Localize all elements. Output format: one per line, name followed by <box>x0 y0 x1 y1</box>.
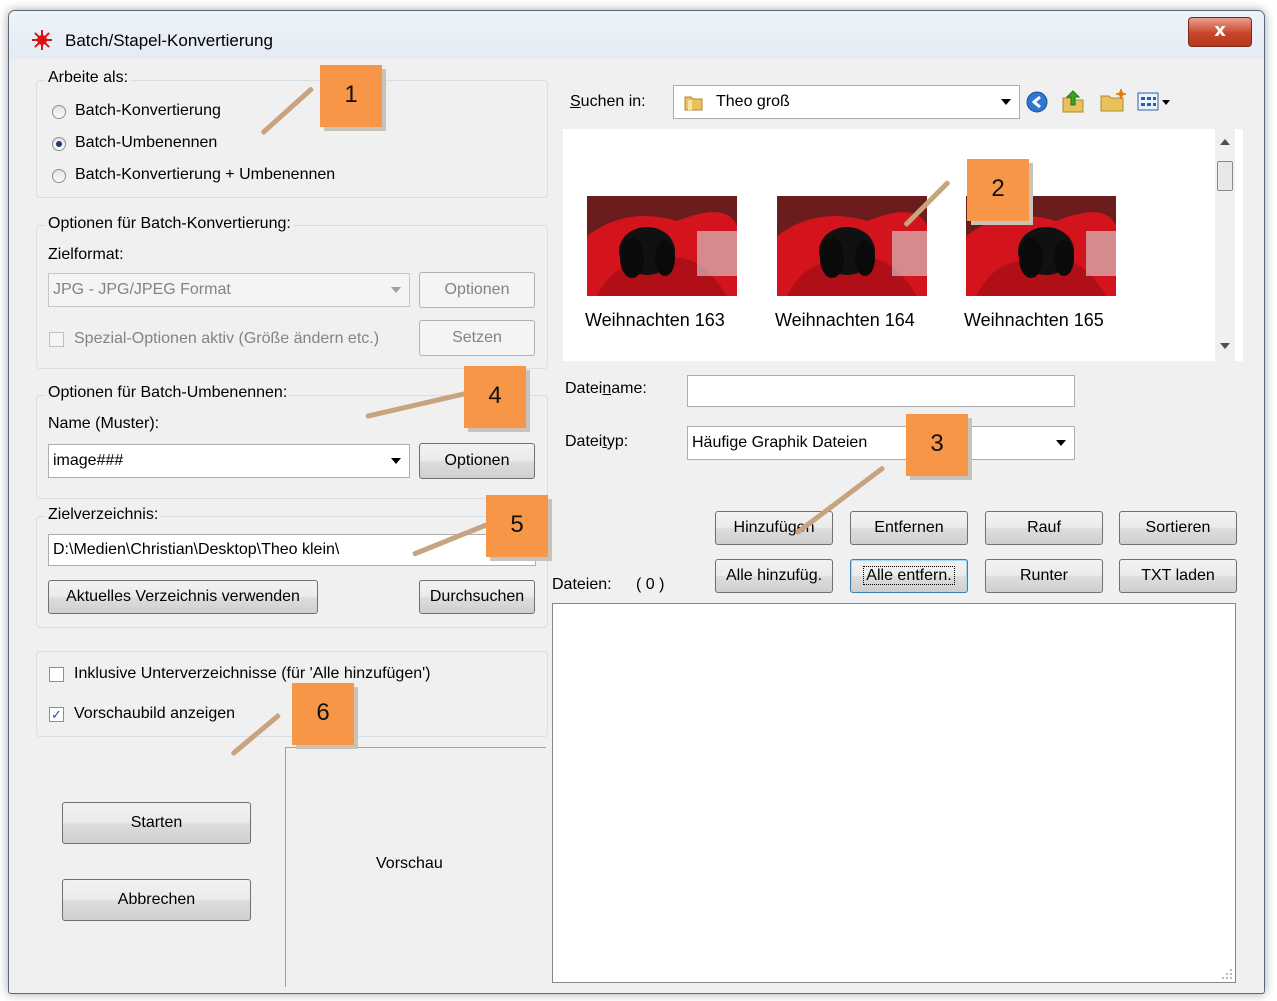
dog-photo-image <box>777 196 927 296</box>
filename-label: Dateiname: <box>565 380 647 397</box>
remove-all-button[interactable]: Alle entfern. <box>850 559 968 593</box>
radio-batch-convert-label[interactable]: Batch-Konvertierung <box>75 102 221 120</box>
target-format-label: Zielformat: <box>48 246 124 263</box>
chevron-down-icon[interactable] <box>391 458 401 464</box>
resize-grip-icon[interactable] <box>1221 968 1233 980</box>
rename-options-button[interactable]: Optionen <box>419 443 535 479</box>
folder-icon <box>684 96 703 111</box>
chevron-down-icon[interactable] <box>1001 99 1011 105</box>
files-count: ( 0 ) <box>636 576 665 593</box>
annotation-badge-1: 1 <box>320 65 382 127</box>
filename-input[interactable] <box>687 375 1075 407</box>
convert-options-button[interactable]: Optionen <box>419 272 535 308</box>
filetype-label: Dateityp: <box>565 433 629 450</box>
target-format-select[interactable]: JPG - JPG/JPEG Format <box>48 273 410 307</box>
scroll-thumb[interactable] <box>1217 161 1233 191</box>
back-icon[interactable] <box>1026 91 1048 113</box>
show-preview-checkbox[interactable]: ✓ <box>49 707 64 722</box>
special-options-checkbox[interactable] <box>49 332 64 347</box>
mode-legend: Arbeite als: <box>46 69 131 87</box>
load-txt-button[interactable]: TXT laden <box>1119 559 1237 593</box>
remove-button[interactable]: Entfernen <box>850 511 968 545</box>
batch-dialog: Batch/Stapel-Konvertierung x Arbeite als… <box>8 10 1265 994</box>
browse-button[interactable]: Durchsuchen <box>419 580 535 614</box>
radio-batch-rename[interactable] <box>52 137 66 151</box>
target-format-value: JPG - JPG/JPEG Format <box>53 281 231 298</box>
search-in-label: Suchen in: <box>570 93 646 110</box>
window-title: Batch/Stapel-Konvertierung <box>65 31 273 50</box>
close-button[interactable]: x <box>1188 17 1252 47</box>
annotation-badge-5: 5 <box>486 495 548 557</box>
file-thumbnail-caption[interactable]: Weihnachten 163 <box>585 310 725 331</box>
start-button[interactable]: Starten <box>62 802 251 844</box>
filetype-select[interactable]: Häufige Graphik Dateien <box>687 426 1075 460</box>
add-all-button[interactable]: Alle hinzufüg. <box>715 559 833 593</box>
file-thumbnail[interactable] <box>587 196 737 296</box>
cancel-button[interactable]: Abbrechen <box>62 879 251 921</box>
annotation-badge-6: 6 <box>292 683 354 745</box>
name-pattern-value: image### <box>53 452 124 469</box>
annotation-badge-4: 4 <box>464 366 526 428</box>
target-dir-legend: Zielverzeichnis: <box>46 506 161 524</box>
set-button[interactable]: Setzen <box>419 320 535 356</box>
preview-label: Vorschau <box>376 855 443 872</box>
file-list[interactable] <box>552 603 1236 983</box>
chevron-down-icon[interactable] <box>1056 440 1066 446</box>
chevron-down-icon <box>391 287 401 293</box>
file-thumbnail-caption[interactable]: Weihnachten 164 <box>775 310 915 331</box>
radio-batch-convert[interactable] <box>52 105 66 119</box>
scroll-up-icon[interactable] <box>1220 139 1230 145</box>
file-thumbnail[interactable] <box>777 196 927 296</box>
include-subdirs-label[interactable]: Inklusive Unterverzeichnisse (für 'Alle … <box>74 665 431 683</box>
files-label: Dateien: <box>552 576 612 593</box>
move-down-button[interactable]: Runter <box>985 559 1103 593</box>
target-dir-input[interactable]: D:\Medien\Christian\Desktop\Theo klein\ <box>48 534 536 566</box>
annotation-badge-3: 3 <box>906 414 968 476</box>
annotation-badge-2: 2 <box>967 159 1029 221</box>
scroll-down-icon[interactable] <box>1220 343 1230 349</box>
radio-convert-rename[interactable] <box>52 169 66 183</box>
include-subdirs-checkbox[interactable] <box>49 667 64 682</box>
radio-batch-rename-label[interactable]: Batch-Umbenennen <box>75 134 217 152</box>
file-thumbnail-caption[interactable]: Weihnachten 165 <box>964 310 1104 331</box>
show-preview-label[interactable]: Vorschaubild anzeigen <box>74 705 235 723</box>
app-splash-icon <box>32 30 52 50</box>
dog-photo-image <box>587 196 737 296</box>
name-pattern-label: Name (Muster): <box>48 415 160 432</box>
rename-options-legend: Optionen für Batch-Umbenennen: <box>46 384 290 402</box>
remove-all-label: Alle entfern. <box>863 566 955 585</box>
search-in-combo[interactable]: Theo groß <box>673 85 1020 119</box>
move-up-button[interactable]: Rauf <box>985 511 1103 545</box>
sort-button[interactable]: Sortieren <box>1119 511 1237 545</box>
name-pattern-combo[interactable]: image### <box>48 444 410 478</box>
radio-convert-rename-label[interactable]: Batch-Konvertierung + Umbenennen <box>75 166 335 184</box>
new-folder-icon[interactable] <box>1099 89 1127 113</box>
filetype-value: Häufige Graphik Dateien <box>692 434 868 451</box>
convert-options-legend: Optionen für Batch-Konvertierung: <box>46 215 293 233</box>
special-options-label: Spezial-Optionen aktiv (Größe ändern etc… <box>74 330 380 347</box>
title-bar: Batch/Stapel-Konvertierung x <box>9 11 1264 59</box>
up-folder-icon[interactable] <box>1060 88 1086 114</box>
use-current-dir-button[interactable]: Aktuelles Verzeichnis verwenden <box>48 580 318 614</box>
search-in-value: Theo groß <box>716 93 790 110</box>
thumbnail-scrollbar[interactable] <box>1215 129 1235 361</box>
view-menu-icon[interactable] <box>1137 92 1177 112</box>
